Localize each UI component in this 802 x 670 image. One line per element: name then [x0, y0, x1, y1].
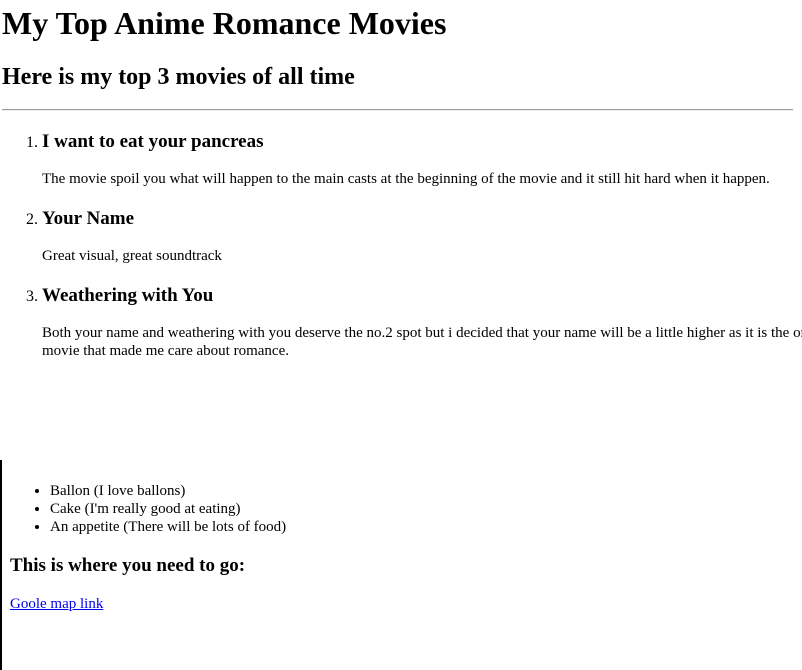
movie-description: The movie spoil you what will happen to … — [42, 171, 770, 187]
list-item: Cake (I'm really good at eating) — [50, 500, 286, 518]
movie-item-1: I want to eat your pancreas The movie sp… — [42, 131, 802, 188]
map-link[interactable]: Goole map link — [10, 595, 103, 613]
movie-title: I want to eat your pancreas — [42, 131, 264, 152]
page-subtitle: Here is my top 3 movies of all time — [2, 64, 355, 90]
movie-title: Your Name — [42, 208, 135, 229]
movie-description: Great visual, great soundtrack — [42, 248, 222, 264]
horizontal-divider — [2, 109, 793, 111]
list-item: Ballon (I love ballons) — [50, 482, 286, 500]
page-title: My Top Anime Romance Movies — [2, 5, 447, 41]
movie-description: Both your name and weathering with you d… — [42, 325, 802, 359]
page: My Top Anime Romance Movies Here is my t… — [0, 0, 802, 670]
movie-item-3: Weathering with You Both your name and w… — [42, 285, 802, 360]
invitation-frame: Ballon (I love ballons) Cake (I'm really… — [0, 460, 802, 670]
bring-list: Ballon (I love ballons) Cake (I'm really… — [10, 482, 286, 536]
movie-list: I want to eat your pancreas The movie sp… — [2, 131, 802, 360]
directions-heading: This is where you need to go: — [10, 555, 246, 576]
list-item: An appetite (There will be lots of food) — [50, 518, 286, 536]
movie-item-2: Your Name Great visual, great soundtrack — [42, 208, 802, 265]
movie-title: Weathering with You — [42, 285, 214, 306]
